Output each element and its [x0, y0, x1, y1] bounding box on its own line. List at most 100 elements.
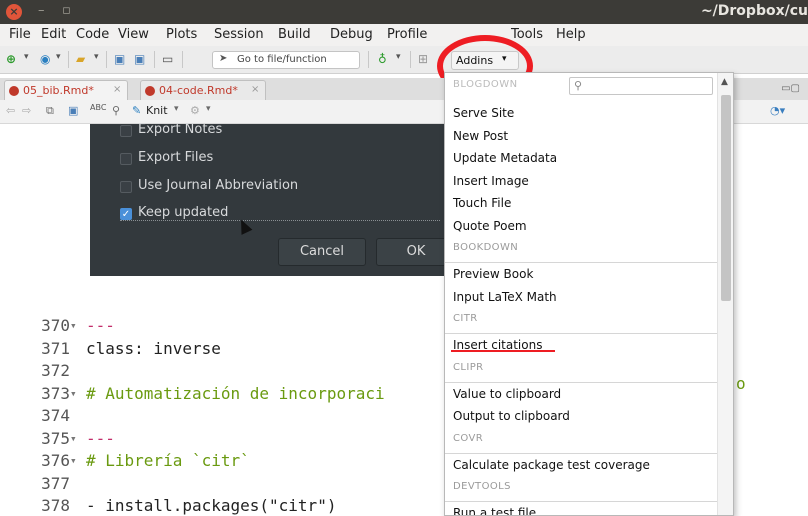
menu-group-header: CLIPR — [453, 361, 484, 373]
menu-group-header: BLOGDOWN — [453, 79, 518, 90]
new-file-icon[interactable]: ⊕ — [6, 52, 16, 66]
menu-item-calculate-package-test-coverage[interactable]: Calculate package test coverage — [453, 458, 650, 472]
menu-debug[interactable]: Debug — [330, 27, 373, 42]
menu-scrollbar[interactable]: ▲ — [717, 73, 733, 515]
maximize-window-icon[interactable]: ▫ — [62, 3, 71, 18]
menu-build[interactable]: Build — [278, 27, 311, 42]
toolbar-separator — [182, 51, 183, 68]
tab-05-bib[interactable]: 05_bib.Rmd* × — [4, 80, 128, 100]
menu-group-header: CITR — [453, 313, 478, 324]
toolbar-separator — [106, 51, 107, 68]
code-overflow-text: o — [736, 374, 746, 393]
menu-item-quote-poem[interactable]: Quote Poem — [453, 219, 527, 233]
menu-session[interactable]: Session — [214, 27, 264, 42]
show-in-window-icon[interactable]: ⧉ — [46, 104, 54, 118]
new-project-icon[interactable]: ◉ — [40, 52, 50, 66]
cancel-button[interactable]: Cancel — [278, 238, 366, 266]
knit-label[interactable]: Knit — [146, 104, 168, 117]
focus-outline — [120, 220, 440, 221]
toolbar-separator — [154, 51, 155, 68]
close-tab-icon[interactable]: × — [113, 84, 121, 95]
tab-label: 04-code.Rmd* — [159, 84, 238, 97]
menu-profile[interactable]: Profile — [387, 27, 427, 42]
close-tab-icon[interactable]: × — [251, 84, 259, 95]
save-icon[interactable]: ▣ — [114, 52, 125, 66]
menu-tools[interactable]: Tools — [511, 27, 543, 42]
knit-icon[interactable]: ✎ — [132, 104, 141, 117]
line-number: 377 — [41, 473, 70, 493]
save-all-icon[interactable]: ▣ — [134, 52, 145, 66]
go-to-file-input[interactable]: ➤ Go to file/function — [212, 51, 360, 69]
menu-item-output-to-clipboard[interactable]: Output to clipboard — [453, 409, 570, 423]
menu-divider — [445, 501, 717, 502]
code-text: # Librería `citr` — [86, 451, 250, 470]
menu-divider — [445, 452, 717, 454]
addins-search-input[interactable]: ⚲ — [569, 77, 713, 95]
grid-layout-icon[interactable]: ⊞ — [418, 52, 428, 66]
back-arrow-icon[interactable]: ⇦ — [6, 104, 15, 117]
menu-item-update-metadata[interactable]: Update Metadata — [453, 151, 557, 165]
knit-dropdown-icon[interactable]: ▾ — [174, 104, 179, 114]
menu-item-touch-file[interactable]: Touch File — [453, 196, 511, 210]
menu-code[interactable]: Code — [76, 27, 109, 42]
checkbox-checked[interactable]: ✓ — [120, 208, 132, 220]
citr-options-dialog: Export Notes Export Files Use Journal Ab… — [90, 122, 456, 276]
open-file-icon[interactable]: ▰ — [76, 52, 85, 66]
checkbox[interactable] — [120, 153, 132, 165]
menu-item-serve-site[interactable]: Serve Site — [453, 106, 514, 120]
build-icon[interactable]: ♁ — [378, 52, 387, 66]
open-recent-dropdown-icon[interactable]: ▾ — [94, 52, 99, 62]
gear-dropdown-icon[interactable]: ▾ — [206, 104, 211, 114]
go-to-arrow-icon: ➤ — [219, 53, 228, 64]
menu-view[interactable]: View — [118, 27, 149, 42]
minimize-pane-icon[interactable]: ▭▢ — [781, 83, 800, 94]
menu-item-preview-book[interactable]: Preview Book — [453, 267, 533, 281]
checkbox[interactable] — [120, 181, 132, 193]
code-text: - install.packages("citr") — [86, 496, 337, 515]
build-dropdown-icon[interactable]: ▾ — [396, 52, 401, 62]
fold-toggle-icon[interactable]: ▾ — [70, 454, 80, 467]
rmd-file-icon — [145, 86, 155, 96]
toolbar-separator — [368, 51, 369, 68]
scrollbar-thumb[interactable] — [721, 95, 731, 301]
gear-icon[interactable]: ⚙ — [190, 104, 200, 117]
search-icon: ⚲ — [574, 79, 583, 92]
line-number: 370 — [41, 316, 70, 335]
tab-04-code[interactable]: 04-code.Rmd* × — [140, 80, 266, 100]
fold-toggle-icon[interactable]: ▾ — [70, 387, 80, 400]
menu-group-header: BOOKDOWN — [453, 242, 519, 253]
menu-item-new-post[interactable]: New Post — [453, 129, 508, 143]
line-number: 374 — [41, 406, 70, 425]
search-icon[interactable]: ⚲ — [112, 104, 120, 117]
save-icon[interactable]: ▣ — [68, 104, 78, 117]
menu-item-input-latex-math[interactable]: Input LaTeX Math — [453, 290, 557, 304]
minimize-window-icon[interactable]: – — [38, 3, 45, 18]
line-number: 375 — [41, 428, 70, 448]
code-text: class: inverse — [86, 338, 221, 358]
line-number: 371 — [41, 338, 70, 358]
fold-toggle-icon[interactable]: ▾ — [70, 319, 80, 332]
menu-plots[interactable]: Plots — [166, 27, 197, 42]
new-project-dropdown-icon[interactable]: ▾ — [56, 52, 61, 62]
menu-item-run-a-test-file[interactable]: Run a test file — [453, 506, 536, 515]
toolbar-separator — [410, 51, 411, 68]
option-label: Keep updated — [138, 205, 229, 220]
forward-arrow-icon[interactable]: ⇨ — [22, 104, 31, 117]
menu-file[interactable]: File — [9, 27, 31, 42]
line-number: 378 — [41, 496, 70, 515]
menu-group-header: DEVTOOLS — [453, 481, 511, 492]
publish-icon[interactable]: ◔▾ — [770, 104, 785, 117]
spellcheck-icon[interactable]: ABC — [90, 103, 106, 112]
code-text: # Automatización de incorporaci — [86, 383, 385, 403]
checkbox[interactable] — [120, 125, 132, 137]
menu-edit[interactable]: Edit — [41, 27, 66, 42]
close-window-icon[interactable]: × — [6, 4, 22, 20]
scroll-up-icon[interactable]: ▲ — [721, 77, 728, 87]
print-icon[interactable]: ▭ — [162, 52, 173, 66]
new-file-dropdown-icon[interactable]: ▾ — [24, 52, 29, 62]
menu-help[interactable]: Help — [556, 27, 586, 42]
fold-toggle-icon[interactable]: ▾ — [70, 432, 80, 445]
rmd-file-icon — [9, 86, 19, 96]
menu-item-value-to-clipboard[interactable]: Value to clipboard — [453, 387, 561, 401]
menu-item-insert-image[interactable]: Insert Image — [453, 174, 529, 188]
